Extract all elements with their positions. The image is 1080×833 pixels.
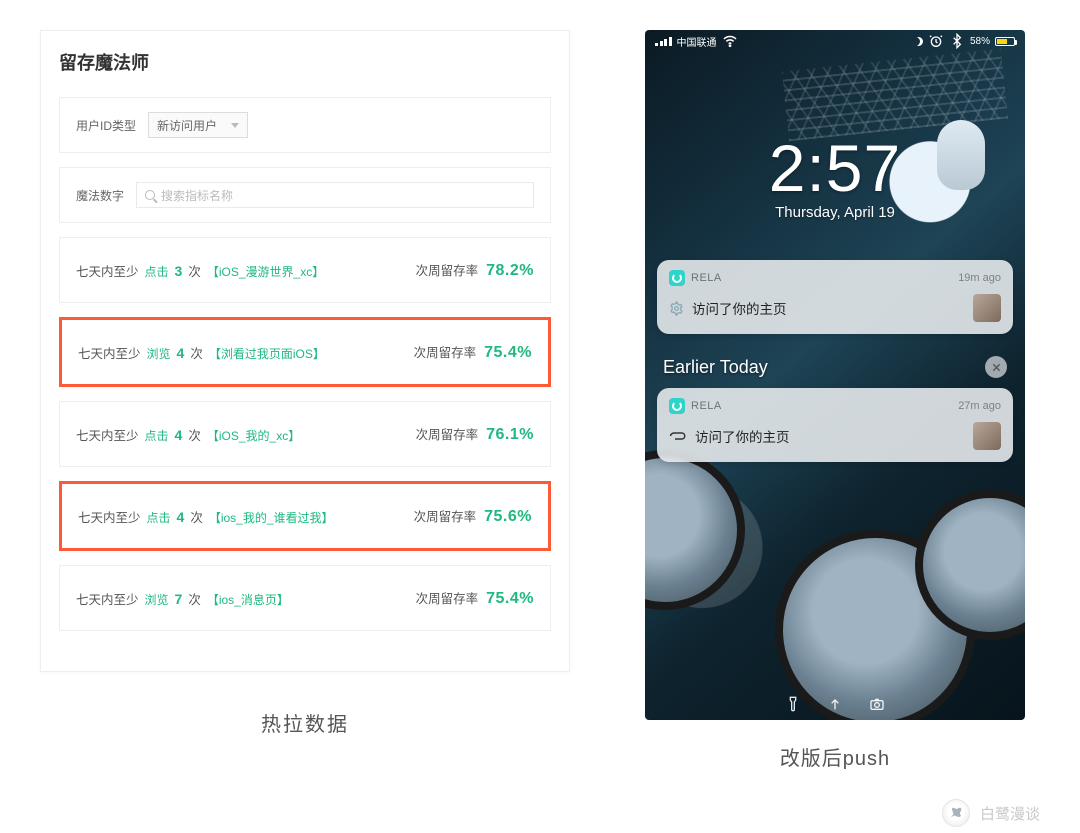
retention-panel: 留存魔法师 用户ID类型 新访问用户 魔法数字 搜索指标名称 七天内至少点击3次…	[40, 30, 570, 672]
metric-label: 次周留存率	[416, 424, 479, 443]
item-tag: 【浏看过我页面iOS】	[209, 345, 325, 362]
item-unit: 次	[188, 589, 201, 608]
metric-search-input[interactable]: 搜索指标名称	[136, 182, 534, 208]
chevron-down-icon	[231, 123, 239, 128]
notif-body-text: 访问了你的主页	[692, 298, 787, 318]
flashlight-icon[interactable]	[785, 696, 801, 712]
left-caption: 热拉数据	[261, 708, 349, 737]
metric-label: 次周留存率	[416, 588, 479, 607]
item-prefix: 七天内至少	[76, 589, 139, 608]
notification-card[interactable]: RELA 19m ago 访问了你的主页	[657, 260, 1013, 334]
item-unit: 次	[188, 425, 201, 444]
item-tag: 【iOS_漫游世界_xc】	[207, 263, 324, 280]
alarm-icon	[928, 33, 944, 49]
item-tag: 【iOS_我的_xc】	[207, 427, 300, 444]
right-caption: 改版后push	[780, 742, 890, 771]
search-placeholder: 搜索指标名称	[161, 187, 233, 204]
item-action: 点击	[145, 263, 169, 280]
app-icon	[669, 270, 685, 286]
item-prefix: 七天内至少	[78, 343, 141, 362]
item-prefix: 七天内至少	[78, 507, 141, 526]
watermark-logo-icon	[942, 799, 970, 827]
item-count: 3	[175, 263, 183, 279]
panel-title: 留存魔法师	[59, 49, 551, 75]
lockscreen-bottom-actions	[645, 696, 1025, 712]
swipe-up-icon[interactable]	[827, 696, 843, 712]
notif-body-text: 访问了你的主页	[695, 426, 790, 446]
earlier-label: Earlier Today	[663, 357, 768, 378]
metric-percent: 76.1%	[486, 426, 534, 444]
battery-percent: 58%	[970, 36, 990, 47]
item-action: 点击	[147, 509, 171, 526]
notif-time-ago: 27m ago	[958, 400, 1001, 412]
phone-lockscreen: 中国联通 58% 2:57 Thursday, April 19	[645, 30, 1025, 720]
carrier-label: 中国联通	[677, 34, 717, 49]
item-count: 4	[177, 345, 185, 361]
metric-percent: 78.2%	[486, 262, 534, 280]
item-count: 4	[177, 509, 185, 525]
bluetooth-icon	[949, 33, 965, 49]
notif-thumbnail	[973, 294, 1001, 322]
retention-item[interactable]: 七天内至少点击 4次【ios_我的_谁看过我】 次周留存率 75.6%	[59, 481, 551, 551]
item-action: 浏览	[147, 345, 171, 362]
item-prefix: 七天内至少	[76, 425, 139, 444]
item-unit: 次	[190, 507, 203, 526]
watermark: 白鹭漫谈	[942, 799, 1040, 827]
metric-percent: 75.6%	[484, 508, 532, 526]
retention-item[interactable]: 七天内至少浏览 7次【ios_消息页】 次周留存率 75.4%	[59, 565, 551, 631]
notification-stack: RELA 19m ago 访问了你的主页 Earlier Today	[657, 260, 1013, 478]
metric-label: 次周留存率	[416, 260, 479, 279]
item-unit: 次	[190, 343, 203, 362]
watermark-text: 白鹭漫谈	[980, 803, 1040, 824]
paperclip-icon	[669, 431, 687, 441]
earlier-section-header: Earlier Today	[657, 350, 1013, 388]
metric-label: 次周留存率	[414, 342, 477, 361]
battery-icon	[995, 37, 1015, 46]
lock-time: 2:57	[645, 130, 1025, 206]
user-id-label: 用户ID类型	[76, 117, 136, 134]
app-icon	[669, 398, 685, 414]
clear-section-button[interactable]	[985, 356, 1007, 378]
wifi-icon	[722, 33, 738, 49]
camera-icon[interactable]	[869, 696, 885, 712]
notif-thumbnail	[973, 422, 1001, 450]
retention-item[interactable]: 七天内至少浏览 4次【浏看过我页面iOS】 次周留存率 75.4%	[59, 317, 551, 387]
item-count: 7	[175, 591, 183, 607]
metric-percent: 75.4%	[484, 344, 532, 362]
signal-icon	[655, 37, 672, 46]
retention-item[interactable]: 七天内至少点击 3次【iOS_漫游世界_xc】 次周留存率 78.2%	[59, 237, 551, 303]
lock-clock: 2:57 Thursday, April 19	[645, 130, 1025, 221]
item-tag: 【ios_消息页】	[207, 591, 289, 608]
notification-card[interactable]: RELA 27m ago 访问了你的主页	[657, 388, 1013, 462]
item-count: 4	[175, 427, 183, 443]
item-unit: 次	[188, 261, 201, 280]
status-bar: 中国联通 58%	[645, 30, 1025, 52]
metric-percent: 75.4%	[486, 590, 534, 608]
notif-time-ago: 19m ago	[958, 272, 1001, 284]
item-prefix: 七天内至少	[76, 261, 139, 280]
magic-number-row: 魔法数字 搜索指标名称	[59, 167, 551, 223]
metric-label: 次周留存率	[414, 506, 477, 525]
notif-app-name: RELA	[691, 400, 722, 412]
search-icon	[145, 190, 155, 200]
user-id-select[interactable]: 新访问用户	[148, 112, 248, 138]
user-id-filter-row: 用户ID类型 新访问用户	[59, 97, 551, 153]
retention-item[interactable]: 七天内至少点击 4次【iOS_我的_xc】 次周留存率 76.1%	[59, 401, 551, 467]
item-tag: 【ios_我的_谁看过我】	[209, 509, 334, 526]
item-action: 点击	[145, 427, 169, 444]
item-action: 浏览	[145, 591, 169, 608]
close-icon	[991, 362, 1002, 373]
lock-date: Thursday, April 19	[645, 204, 1025, 221]
notif-app-name: RELA	[691, 272, 722, 284]
dnd-moon-icon	[914, 37, 923, 46]
gear-icon	[669, 301, 684, 316]
user-id-value: 新访问用户	[157, 117, 217, 134]
magic-number-label: 魔法数字	[76, 187, 124, 204]
